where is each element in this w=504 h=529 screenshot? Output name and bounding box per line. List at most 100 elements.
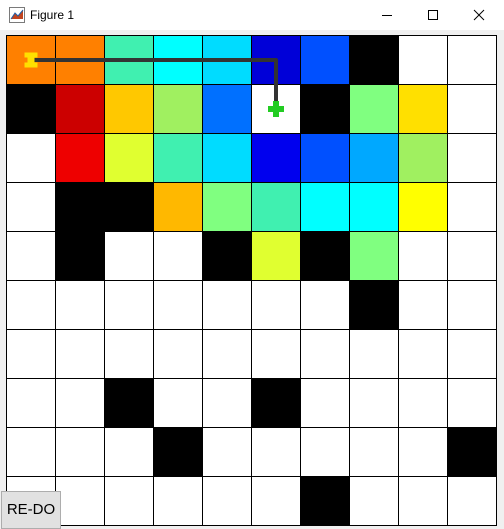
grid-cell[interactable] (447, 182, 497, 232)
grid-cell[interactable] (398, 35, 448, 85)
grid-cell[interactable] (6, 182, 56, 232)
grid-cell[interactable] (251, 329, 301, 379)
grid-cell[interactable] (398, 182, 448, 232)
grid-cell[interactable] (153, 84, 203, 134)
grid-cell[interactable] (55, 133, 105, 183)
close-button[interactable] (456, 0, 502, 30)
grid-cell[interactable] (349, 329, 399, 379)
grid-cell[interactable] (447, 35, 497, 85)
grid-cell[interactable] (398, 280, 448, 330)
grid-cell[interactable] (349, 231, 399, 281)
grid-cell[interactable] (251, 427, 301, 477)
grid-cell[interactable] (349, 35, 399, 85)
grid-cell[interactable] (153, 476, 203, 526)
grid-cell[interactable] (398, 84, 448, 134)
grid-cell[interactable] (447, 231, 497, 281)
grid-cell[interactable] (104, 476, 154, 526)
grid-cell[interactable] (398, 329, 448, 379)
grid-cell[interactable] (104, 182, 154, 232)
game-board[interactable] (6, 35, 497, 526)
grid-cell[interactable] (202, 182, 252, 232)
grid-cell[interactable] (153, 133, 203, 183)
grid-cell[interactable] (349, 84, 399, 134)
grid-cell[interactable] (349, 378, 399, 428)
grid-cell[interactable] (398, 476, 448, 526)
grid-cell[interactable] (6, 84, 56, 134)
grid-cell[interactable] (153, 329, 203, 379)
grid-cell[interactable] (153, 378, 203, 428)
grid-cell[interactable] (202, 231, 252, 281)
grid-cell[interactable] (104, 133, 154, 183)
grid-cell[interactable] (251, 231, 301, 281)
grid-cell[interactable] (55, 427, 105, 477)
grid-cell[interactable] (398, 133, 448, 183)
minimize-button[interactable] (364, 0, 410, 30)
grid-cell[interactable] (202, 378, 252, 428)
grid-cell[interactable] (251, 182, 301, 232)
grid-cell[interactable] (104, 84, 154, 134)
grid-cell[interactable] (55, 378, 105, 428)
grid-cell[interactable] (300, 427, 350, 477)
grid-cell[interactable] (6, 378, 56, 428)
grid-cell[interactable] (202, 280, 252, 330)
grid-cell[interactable] (349, 133, 399, 183)
grid-cell[interactable] (300, 476, 350, 526)
grid-cell[interactable] (104, 378, 154, 428)
grid-cell[interactable] (153, 182, 203, 232)
grid-cell[interactable] (447, 378, 497, 428)
redo-button[interactable]: RE-DO (1, 491, 61, 529)
grid-cell[interactable] (398, 378, 448, 428)
grid-cell[interactable] (153, 427, 203, 477)
grid-cell[interactable] (251, 133, 301, 183)
grid-cell[interactable] (55, 329, 105, 379)
grid-cell[interactable] (55, 476, 105, 526)
grid-cell[interactable] (104, 231, 154, 281)
grid-cell[interactable] (300, 378, 350, 428)
grid-cell[interactable] (251, 378, 301, 428)
grid-cell[interactable] (251, 280, 301, 330)
grid-cell[interactable] (6, 133, 56, 183)
grid-cell[interactable] (447, 329, 497, 379)
grid-cell[interactable] (447, 427, 497, 477)
grid-cell[interactable] (300, 35, 350, 85)
grid-cell[interactable] (104, 427, 154, 477)
grid-cell[interactable] (202, 329, 252, 379)
grid-cell[interactable] (300, 329, 350, 379)
grid-cell[interactable] (153, 280, 203, 330)
close-icon (473, 9, 485, 21)
grid-cell[interactable] (202, 133, 252, 183)
grid-cell[interactable] (6, 280, 56, 330)
grid-cell[interactable] (202, 427, 252, 477)
grid-cell[interactable] (300, 280, 350, 330)
grid-cell[interactable] (398, 231, 448, 281)
grid-cell[interactable] (6, 427, 56, 477)
grid-cell[interactable] (398, 427, 448, 477)
grid-cell[interactable] (55, 280, 105, 330)
maximize-icon (428, 10, 438, 20)
grid-cell[interactable] (55, 84, 105, 134)
grid-cell[interactable] (447, 280, 497, 330)
grid-cell[interactable] (202, 84, 252, 134)
grid-cell[interactable] (349, 280, 399, 330)
grid-cell[interactable] (300, 231, 350, 281)
grid-cell[interactable] (202, 476, 252, 526)
grid-cell[interactable] (447, 133, 497, 183)
grid-cell[interactable] (300, 133, 350, 183)
grid-cell[interactable] (55, 182, 105, 232)
grid-cell[interactable] (300, 84, 350, 134)
grid-cell[interactable] (104, 329, 154, 379)
grid-cell[interactable] (349, 182, 399, 232)
grid-cell[interactable] (349, 476, 399, 526)
grid-cell[interactable] (6, 231, 56, 281)
grid-cell[interactable] (300, 182, 350, 232)
grid-cell[interactable] (447, 84, 497, 134)
grid-cell[interactable] (153, 231, 203, 281)
grid-cell[interactable] (55, 231, 105, 281)
grid-cell[interactable] (349, 427, 399, 477)
grid-cell[interactable] (251, 476, 301, 526)
grid-cell[interactable] (447, 476, 497, 526)
maximize-button[interactable] (410, 0, 456, 30)
grid-cell[interactable] (6, 329, 56, 379)
grid-cell[interactable] (104, 280, 154, 330)
window-title: Figure 1 (30, 8, 75, 22)
